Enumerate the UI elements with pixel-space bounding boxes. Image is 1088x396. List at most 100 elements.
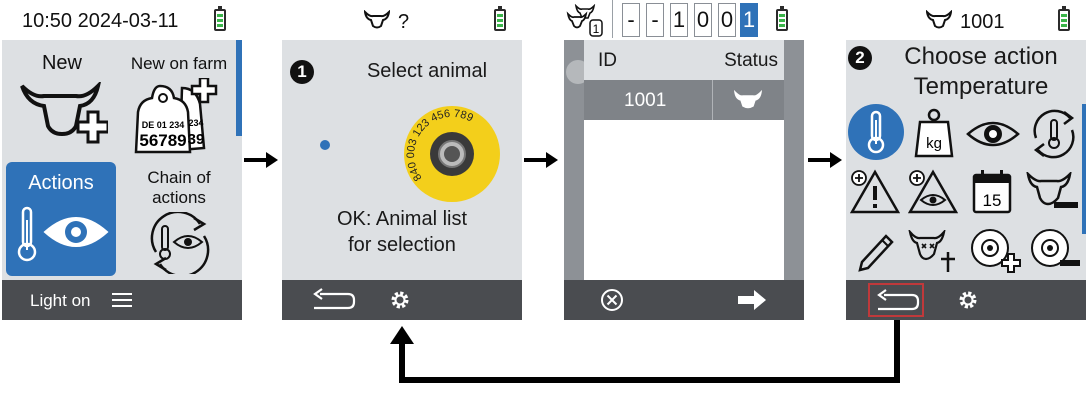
hint-text: OK: Animal list for selection [336, 208, 468, 256]
animal-list: ID Status 1001 [584, 40, 784, 280]
status-bar: 1001 [846, 0, 1086, 40]
svg-text:15: 15 [983, 191, 1002, 210]
flow-arrow [244, 158, 268, 162]
divider [612, 0, 613, 38]
action-panel: 2 Choose action Temperature kg 15 [846, 40, 1086, 280]
menu-panel: New New on farm DE 01 234 56789 234 39 A… [2, 40, 242, 280]
screen-main-menu: 10:50 2024-03-11 New New on farm DE 01 2… [2, 0, 242, 320]
id-digit[interactable]: 0 [718, 3, 736, 37]
page-title: Choose action Temperature [904, 43, 1058, 100]
status-bar: ? [282, 0, 522, 40]
screen-choose-action: 1001 2 Choose action Temperature kg 15 [846, 0, 1086, 320]
screen-select-animal: ? 1 Select animal 840 003 123 456 789 OK… [282, 0, 522, 320]
menu-icon[interactable] [112, 292, 132, 308]
footer-bar: Light on [2, 280, 242, 320]
tile-chain-label: Chain of actions [147, 168, 211, 207]
weight-icon[interactable]: kg [914, 108, 954, 158]
forward-arrow-icon[interactable] [738, 290, 766, 310]
cancel-icon[interactable] [600, 288, 624, 312]
footer-bar [564, 280, 804, 320]
step-badge: 2 [848, 46, 872, 70]
action-temperature-selected[interactable] [848, 104, 904, 160]
eye-icon[interactable] [966, 118, 1020, 150]
column-id: ID [598, 50, 617, 71]
tile-new[interactable]: New [6, 46, 118, 156]
tile-new-label: New [41, 52, 82, 74]
tile-actions[interactable]: Actions [6, 162, 116, 276]
thermometer-icon [867, 110, 885, 154]
id-entry-field[interactable]: - - 1 0 0 1 [618, 0, 768, 40]
scrollbar[interactable] [1082, 104, 1086, 234]
status-bar: 1 - - 1 0 0 1 [564, 0, 804, 40]
flow-arrow [524, 158, 548, 162]
svg-text:234: 234 [188, 118, 203, 128]
id-digit[interactable]: 0 [694, 3, 712, 37]
tag-remove-icon[interactable] [1028, 226, 1082, 276]
thermometer-icon [17, 206, 37, 262]
flow-arrow [808, 158, 832, 162]
light-on-button[interactable]: Light on [30, 291, 91, 311]
tile-actions-label: Actions [28, 172, 94, 194]
cow-remove-icon[interactable] [1026, 172, 1080, 212]
footer-bar [846, 280, 1086, 320]
back-arrow-icon[interactable] [874, 289, 920, 313]
cow-head-icon [926, 10, 952, 29]
gear-icon[interactable] [958, 290, 978, 310]
herd-count-icon: 1 [566, 4, 603, 37]
battery-icon [776, 6, 788, 31]
observation-add-icon[interactable] [908, 168, 958, 214]
svg-text:kg: kg [926, 135, 942, 152]
id-digit[interactable]: - [622, 3, 640, 37]
cow-plus-icon [20, 82, 108, 144]
status-bar: 10:50 2024-03-11 [2, 0, 242, 40]
blink-indicator [320, 140, 330, 150]
bolus-tag-icon: 840 003 123 456 789 [404, 106, 500, 202]
temperature-cycle-icon[interactable] [1028, 108, 1080, 160]
battery-icon [1058, 6, 1070, 31]
cow-head-icon [364, 10, 390, 29]
screen-animal-list: 1 - - 1 0 0 1 ID Status 1001 [564, 0, 804, 320]
status-animal: ? [398, 11, 410, 33]
svg-text:39: 39 [188, 131, 205, 148]
column-status: Status [724, 50, 778, 71]
svg-text:1: 1 [593, 22, 600, 36]
scrollbar[interactable] [236, 40, 242, 136]
status-time: 10:50 2024-03-11 [22, 10, 179, 32]
footer-bar [282, 280, 522, 320]
row-divider [712, 80, 713, 120]
back-arrow-icon[interactable] [310, 288, 356, 312]
battery-icon [494, 6, 506, 31]
svg-text:56789: 56789 [139, 131, 186, 150]
cow-head-icon [734, 90, 762, 109]
eye-icon [43, 217, 109, 247]
tag-add-icon[interactable] [968, 226, 1022, 276]
flow-arrow-head [830, 152, 842, 168]
tile-new-on-farm[interactable]: New on farm DE 01 234 56789 234 39 [122, 46, 236, 156]
gear-icon[interactable] [390, 290, 410, 310]
row-id: 1001 [624, 90, 667, 111]
battery-icon [214, 6, 226, 31]
flow-arrow-head [266, 152, 278, 168]
table-row[interactable]: 1001 [584, 80, 784, 120]
back-button-highlight[interactable] [868, 283, 924, 317]
calendar-icon[interactable]: 15 [972, 168, 1012, 214]
list-header: ID Status [584, 40, 784, 80]
id-digit[interactable]: - [646, 3, 664, 37]
id-digit[interactable]: 1 [670, 3, 688, 37]
status-animal: 1001 [960, 11, 1005, 33]
select-panel: 1 Select animal 840 003 123 456 789 OK: … [282, 40, 522, 280]
list-overlay-backdrop: ID Status 1001 [564, 40, 804, 280]
warning-add-icon[interactable] [850, 168, 900, 214]
dead-animal-icon[interactable] [908, 230, 960, 274]
id-digit-selected[interactable]: 1 [740, 3, 758, 37]
chain-cycle-icon [150, 212, 210, 274]
step-badge: 1 [290, 60, 314, 84]
flow-arrow-head [546, 152, 558, 168]
tile-chain-of-actions[interactable]: Chain of actions [122, 162, 236, 276]
ear-tag-plus-icon: DE 01 234 56789 234 39 [134, 78, 218, 154]
return-path-arrow [390, 320, 900, 383]
tile-new-on-farm-label: New on farm [130, 54, 228, 73]
edit-pencil-icon[interactable] [856, 230, 896, 272]
page-title: Select animal [366, 60, 488, 82]
svg-text:DE 01 234: DE 01 234 [142, 120, 185, 130]
